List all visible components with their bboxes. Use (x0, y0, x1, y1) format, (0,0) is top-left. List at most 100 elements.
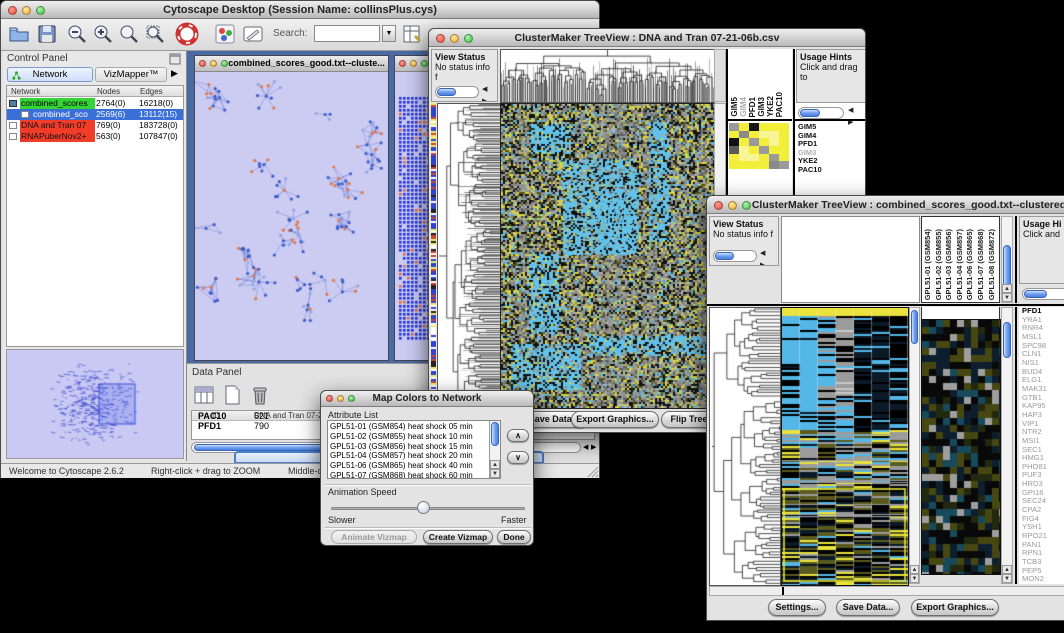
network-row[interactable]: combined_scores2764(0)16218(0) (7, 98, 184, 109)
matrix-cell[interactable] (749, 123, 759, 131)
attribute-item[interactable]: GPL51-04 (GSM857) heat shock 20 min (330, 451, 498, 461)
network-row[interactable]: combined_sco2569(6)13112(15) (7, 109, 184, 120)
float-panel-icon[interactable] (169, 53, 181, 65)
minimize-button[interactable] (22, 6, 31, 15)
attribute-listbox[interactable]: GPL51-01 (GSM854) heat shock 05 min GPL51… (327, 420, 501, 479)
zoom-out-icon[interactable] (65, 22, 89, 46)
tv2-array-dendrogram-area[interactable] (781, 216, 920, 303)
attr-scroll-down[interactable]: ▼ (490, 469, 500, 478)
tv1-global-strip[interactable] (431, 103, 436, 407)
tv2-status-scroll-arrows[interactable]: ◀ ▶ (760, 248, 778, 266)
matrix-cell[interactable] (729, 123, 739, 131)
matrix-cell[interactable] (769, 146, 779, 154)
zoom-button[interactable] (36, 6, 45, 15)
tv2-label-scrollbar[interactable]: ▲ ▼ (1001, 216, 1013, 303)
matrix-cell[interactable] (769, 154, 779, 162)
cytoscape-titlebar[interactable]: Cytoscape Desktop (Session Name: collins… (1, 1, 599, 19)
vizmapper-icon[interactable] (213, 22, 237, 46)
animate-vizmap-button[interactable]: Animate Vizmap (331, 530, 417, 544)
tab-overflow-arrow[interactable]: ▶ (171, 68, 178, 79)
attr-scroll-up[interactable]: ▲ (490, 460, 500, 469)
attribute-browser-icon[interactable] (401, 22, 425, 46)
search-input[interactable] (314, 25, 380, 42)
attribute-item[interactable]: GPL51-07 (GSM868) heat shock 60 min (330, 471, 498, 479)
move-down-button[interactable]: ∨ (507, 451, 529, 464)
tv2-settings-button[interactable]: Settings... (768, 599, 826, 616)
network-row[interactable]: RNAPuberNov2+563(0)107847(0) (7, 131, 184, 142)
attribute-item[interactable]: GPL51-03 (GSM856) heat shock 15 min (330, 442, 498, 452)
tv1-heatmap[interactable] (500, 103, 715, 409)
tab-vizmapper[interactable]: VizMapper™ (95, 67, 167, 82)
birdseye-canvas[interactable] (7, 350, 183, 458)
tv2-label-scroll-up[interactable]: ▲ (1002, 284, 1012, 293)
tv2-zoom-scroll-down[interactable]: ▼ (1002, 574, 1012, 583)
save-icon[interactable] (35, 22, 59, 46)
attr-list-scrollbar[interactable]: ▲ ▼ (489, 421, 500, 478)
tv2-zoom-scroll-up[interactable]: ▲ (1002, 565, 1012, 574)
matrix-cell[interactable] (749, 131, 759, 139)
hscroll-left-arrow[interactable]: ◀ (583, 443, 588, 451)
matrix-cell[interactable] (749, 154, 759, 162)
matrix-cell[interactable] (769, 138, 779, 146)
tv1-status-scroll-arrows[interactable]: ◀ ▶ (482, 84, 497, 102)
treeview1-titlebar[interactable]: ClusterMaker TreeView : DNA and Tran 07-… (429, 29, 865, 47)
tv2-heat-scroll-up[interactable]: ▲ (910, 565, 919, 574)
delete-attribute-icon[interactable] (249, 384, 271, 406)
frame-zoom-button[interactable] (221, 60, 228, 67)
matrix-cell[interactable] (729, 161, 739, 169)
attribute-item[interactable]: GPL51-01 (GSM854) heat shock 05 min (330, 422, 498, 432)
matrix-cell[interactable] (769, 131, 779, 139)
matrix-cell[interactable] (739, 161, 749, 169)
dialog-zoom-button[interactable] (348, 395, 355, 402)
matrix-cell[interactable] (739, 123, 749, 131)
col-header-network[interactable]: Network (11, 87, 40, 96)
tv2-gene-item[interactable]: MON2 (1019, 575, 1064, 584)
resize-grip[interactable] (587, 466, 599, 478)
hscroll-right-arrow[interactable]: ▶ (591, 443, 596, 451)
treeview2-titlebar[interactable]: ClusterMaker TreeView : combined_scores_… (707, 196, 1064, 214)
matrix-cell[interactable] (779, 138, 789, 146)
attribute-item[interactable]: GPL51-06 (GSM865) heat shock 40 min (330, 461, 498, 471)
col-header-nodes[interactable]: Nodes (97, 87, 120, 96)
attr-scroll-thumb[interactable] (491, 422, 499, 446)
matrix-cell[interactable] (779, 154, 789, 162)
matrix-cell[interactable] (759, 138, 769, 146)
frame2-zoom-button[interactable] (421, 60, 428, 67)
tv2-label-scroll-down[interactable]: ▼ (1002, 293, 1012, 302)
tv2-zoom-scroll-thumb[interactable] (1003, 322, 1011, 358)
network-frame-titlebar[interactable]: combined_scores_good.txt--cluste... (195, 56, 388, 72)
search-dropdown-arrow[interactable]: ▼ (382, 25, 396, 42)
matrix-cell[interactable] (779, 123, 789, 131)
dialog-titlebar[interactable]: Map Colors to Network (321, 391, 533, 407)
matrix-cell[interactable] (779, 161, 789, 169)
tv1-gene-list[interactable]: GIM5GIM4PFD1GIM3YKE2PAC10 (798, 123, 864, 175)
tv2-hints-scrollbar[interactable] (1022, 288, 1064, 300)
network-row[interactable]: DNA and Tran 07769(0)183728(0) (7, 120, 184, 131)
matrix-cell[interactable] (769, 123, 779, 131)
tv2-heat-scrollbar[interactable]: ▲ ▼ (909, 307, 920, 584)
tv1-gene-dendrogram[interactable] (437, 103, 501, 409)
tv2-zoom-heatmap[interactable] (921, 319, 1001, 575)
zoom-in-icon[interactable] (91, 22, 115, 46)
col-header-edges[interactable]: Edges (140, 87, 163, 96)
tv1-status-scrollbar[interactable] (435, 86, 479, 98)
matrix-cell[interactable] (779, 131, 789, 139)
new-attribute-icon[interactable] (221, 384, 243, 406)
tv2-export-graphics-button[interactable]: Export Graphics... (911, 599, 999, 616)
tv1-zoom-button[interactable] (464, 34, 473, 43)
tv2-heat-scroll-down[interactable]: ▼ (910, 574, 919, 583)
matrix-cell[interactable] (749, 161, 759, 169)
birdseye-panel[interactable] (6, 349, 184, 459)
frame-close-button[interactable] (199, 60, 206, 67)
tv1-similarity-matrix[interactable] (729, 123, 789, 169)
tv2-minimize-button[interactable] (728, 201, 737, 210)
frame2-close-button[interactable] (399, 60, 406, 67)
move-up-button[interactable]: ∧ (507, 429, 529, 442)
close-button[interactable] (8, 6, 17, 15)
matrix-cell[interactable] (739, 154, 749, 162)
slider-thumb[interactable] (417, 501, 430, 514)
create-vizmap-button[interactable]: Create Vizmap (423, 530, 493, 544)
matrix-cell[interactable] (749, 146, 759, 154)
matrix-cell[interactable] (759, 146, 769, 154)
matrix-cell[interactable] (779, 146, 789, 154)
